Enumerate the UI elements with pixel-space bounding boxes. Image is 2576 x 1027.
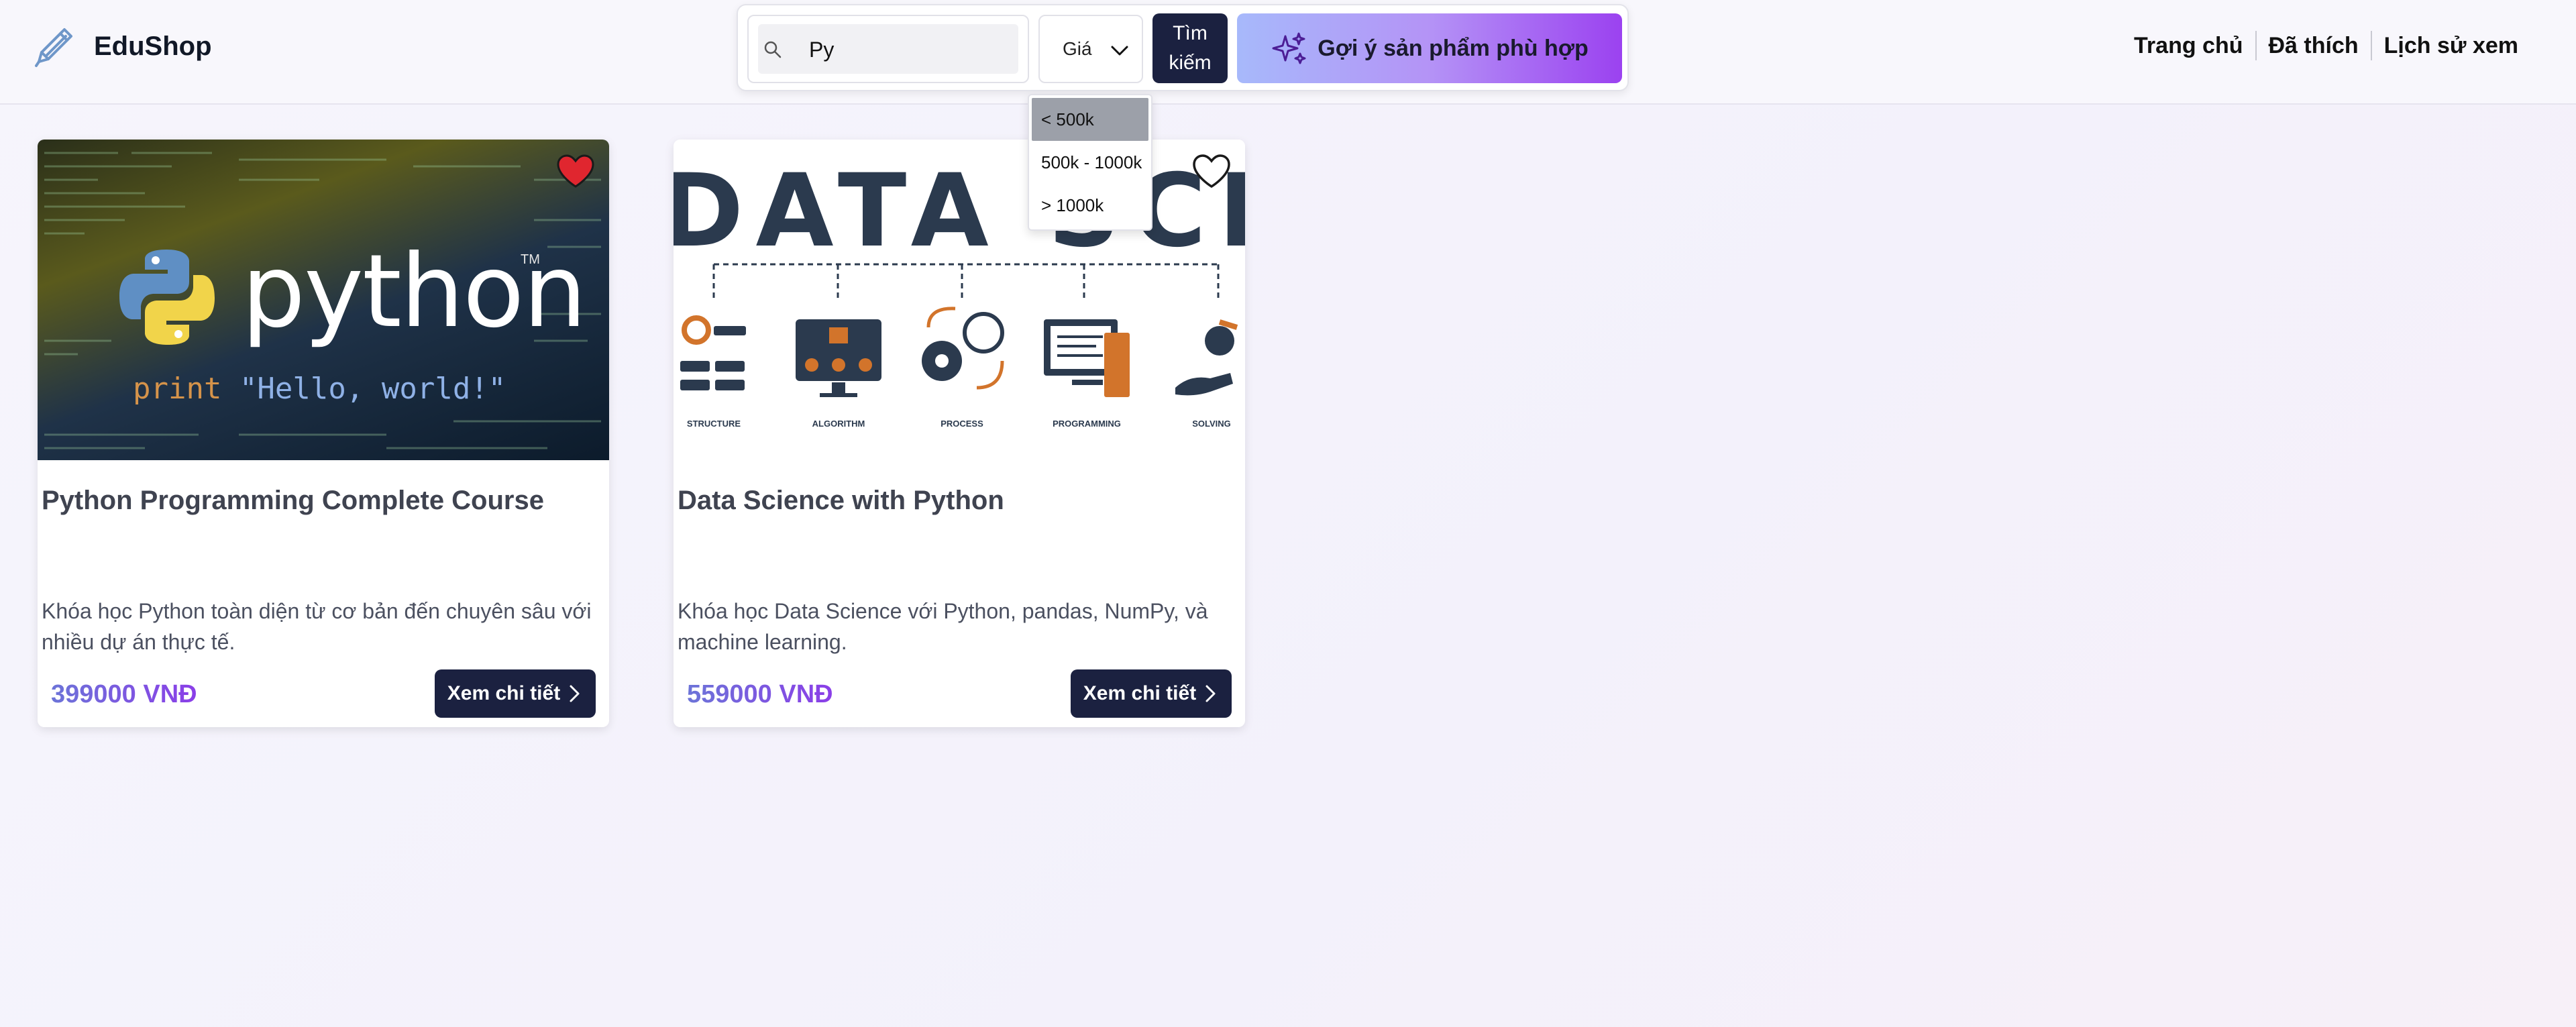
- header: EduShop Giá Tìm kiếm: [0, 0, 2576, 105]
- diagram-labels: STRUCTURE ALGORITHM PROCESS PROGRAMMING …: [674, 419, 1245, 433]
- code-keyword: print: [133, 372, 222, 406]
- diagram-label: PROCESS: [941, 419, 983, 429]
- search-button[interactable]: Tìm kiếm: [1152, 13, 1228, 83]
- app-name: EduShop: [94, 31, 212, 61]
- heart-outline-icon[interactable]: [1191, 153, 1232, 189]
- code-string: "Hello, world!": [221, 372, 506, 406]
- diagram-label: SOLVING: [1192, 419, 1231, 429]
- logo[interactable]: EduShop: [32, 24, 212, 68]
- product-card: DATA SCIENCE: [674, 140, 1245, 727]
- product-price: 399000 VNĐ: [51, 680, 197, 708]
- price-filter-select[interactable]: Giá: [1038, 15, 1143, 83]
- trademark-mark: TM: [521, 252, 540, 267]
- price-filter-label: Giá: [1063, 38, 1092, 59]
- product-image: python TM print "Hello, world!": [38, 140, 609, 460]
- price-option-500k-1000k[interactable]: 500k - 1000k: [1032, 141, 1148, 184]
- chevron-right-icon: [570, 685, 580, 702]
- price-option-under-500k[interactable]: < 500k: [1032, 98, 1148, 141]
- python-logo-icon: [119, 250, 215, 345]
- nav-item-liked[interactable]: Đã thích: [2257, 33, 2371, 59]
- nav-item-home[interactable]: Trang chủ: [2122, 33, 2255, 59]
- search-input[interactable]: [809, 36, 1010, 63]
- suggest-button-label: Gợi ý sản phẩm phù hợp: [1318, 35, 1589, 61]
- product-card: python TM print "Hello, world!" Python P…: [38, 140, 609, 727]
- product-description: Khóa học Data Science với Python, pandas…: [678, 599, 1208, 654]
- view-details-button[interactable]: Xem chi tiết: [435, 669, 596, 718]
- price-filter-dropdown: < 500k 500k - 1000k > 1000k: [1028, 94, 1152, 231]
- price-option-over-1000k[interactable]: > 1000k: [1032, 184, 1148, 227]
- code-sample: print "Hello, world!": [133, 372, 506, 406]
- search-icon: [764, 41, 782, 58]
- product-description: Khóa học Python toàn diện từ cơ bản đến …: [42, 599, 592, 654]
- diagram-label: STRUCTURE: [686, 419, 741, 429]
- product-image: DATA SCIENCE: [674, 140, 1245, 460]
- sparkles-icon: [1272, 32, 1306, 64]
- chevron-down-icon: [1111, 46, 1128, 56]
- process-flow-diagram: [680, 263, 1238, 397]
- view-details-label: Xem chi tiết: [447, 682, 561, 704]
- heart-filled-icon[interactable]: [555, 153, 596, 189]
- product-title[interactable]: Data Science with Python: [678, 486, 1234, 516]
- python-wordmark: python: [241, 233, 587, 350]
- diagram-label: PROGRAMMING: [1053, 419, 1121, 429]
- search-box[interactable]: [747, 15, 1029, 83]
- search-panel: Giá Tìm kiếm Gợi ý sản phẩm phù hợp: [737, 4, 1629, 91]
- top-nav: Trang chủ Đã thích Lịch sử xem: [2122, 31, 2530, 60]
- view-details-button[interactable]: Xem chi tiết: [1071, 669, 1232, 718]
- suggest-products-button[interactable]: Gợi ý sản phẩm phù hợp: [1237, 13, 1622, 83]
- data-science-heading: DATA SCIENCE: [674, 153, 1245, 270]
- pencil-icon: [35, 28, 72, 67]
- view-details-label: Xem chi tiết: [1083, 682, 1197, 704]
- product-price: 559000 VNĐ: [687, 680, 833, 708]
- diagram-label: ALGORITHM: [812, 419, 865, 429]
- chevron-right-icon: [1205, 685, 1216, 702]
- product-title[interactable]: Python Programming Complete Course: [42, 486, 598, 516]
- nav-item-history[interactable]: Lịch sử xem: [2372, 33, 2530, 59]
